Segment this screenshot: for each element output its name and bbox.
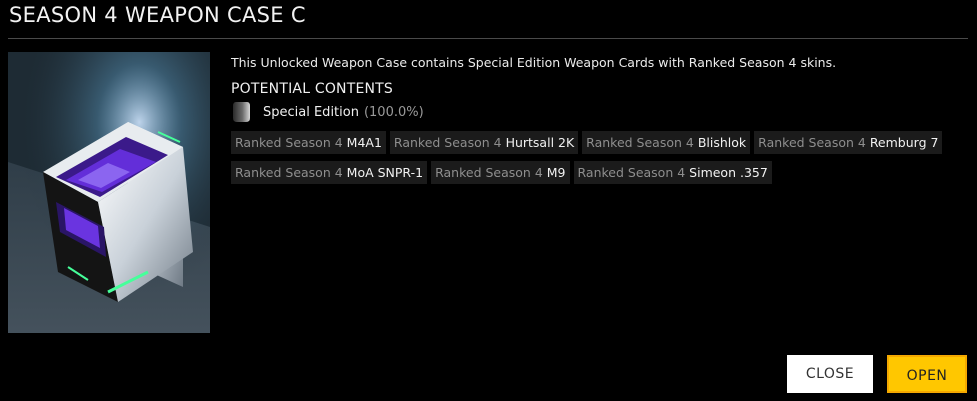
chip-prefix: Ranked Season 4 [393, 135, 506, 150]
weapon-chip: Ranked Season 4 M9 [431, 161, 570, 184]
title-divider [8, 38, 968, 39]
chip-prefix: Ranked Season 4 [235, 135, 347, 150]
weapon-case-dialog: SEASON 4 WEAPON CASE C This Unlocked Wea… [0, 0, 977, 401]
case-description: This Unlocked Weapon Case contains Speci… [231, 55, 837, 70]
chip-weapon-name: Hurtsall 2K [505, 135, 575, 150]
chip-weapon-name: M4A1 [346, 135, 382, 150]
contents-list: Ranked Season 4 M4A1 Ranked Season 4 Hur… [231, 131, 943, 191]
edition-row: Special Edition (100.0%) [232, 101, 424, 123]
contents-row: Ranked Season 4 MoA SNPR-1 Ranked Season… [231, 161, 931, 184]
contents-row: Ranked Season 4 M4A1 Ranked Season 4 Hur… [231, 131, 943, 154]
weapon-chip: Ranked Season 4 MoA SNPR-1 [231, 161, 428, 184]
weapon-chip: Ranked Season 4 Blishlok [582, 131, 751, 154]
chip-weapon-name: Remburg 7 [869, 135, 939, 150]
edition-label: Special Edition [263, 104, 359, 120]
chip-weapon-name: Blishlok [697, 135, 747, 150]
chip-prefix: Ranked Season 4 [577, 165, 690, 180]
chip-prefix: Ranked Season 4 [235, 165, 347, 180]
weapon-case-image [8, 52, 210, 333]
chip-prefix: Ranked Season 4 [435, 165, 547, 180]
close-button[interactable]: CLOSE [787, 355, 873, 393]
chip-weapon-name: M9 [546, 165, 566, 180]
weapon-chip: Ranked Season 4 Hurtsall 2K [389, 131, 579, 154]
chip-prefix: Ranked Season 4 [586, 135, 698, 150]
chip-weapon-name: MoA SNPR-1 [346, 165, 424, 180]
weapon-chip: Ranked Season 4 Remburg 7 [754, 131, 943, 154]
potential-contents-heading: POTENTIAL CONTENTS [231, 81, 394, 97]
weapon-chip: Ranked Season 4 M4A1 [231, 131, 386, 154]
edition-percentage: (100.0%) [363, 104, 424, 120]
open-button[interactable]: OPEN [887, 355, 967, 393]
dialog-title: SEASON 4 WEAPON CASE C [9, 3, 306, 27]
chip-prefix: Ranked Season 4 [758, 135, 870, 150]
weapon-chip: Ranked Season 4 Simeon .357 [573, 161, 772, 184]
chip-weapon-name: Simeon .357 [689, 165, 768, 180]
special-edition-badge-icon [232, 101, 251, 123]
